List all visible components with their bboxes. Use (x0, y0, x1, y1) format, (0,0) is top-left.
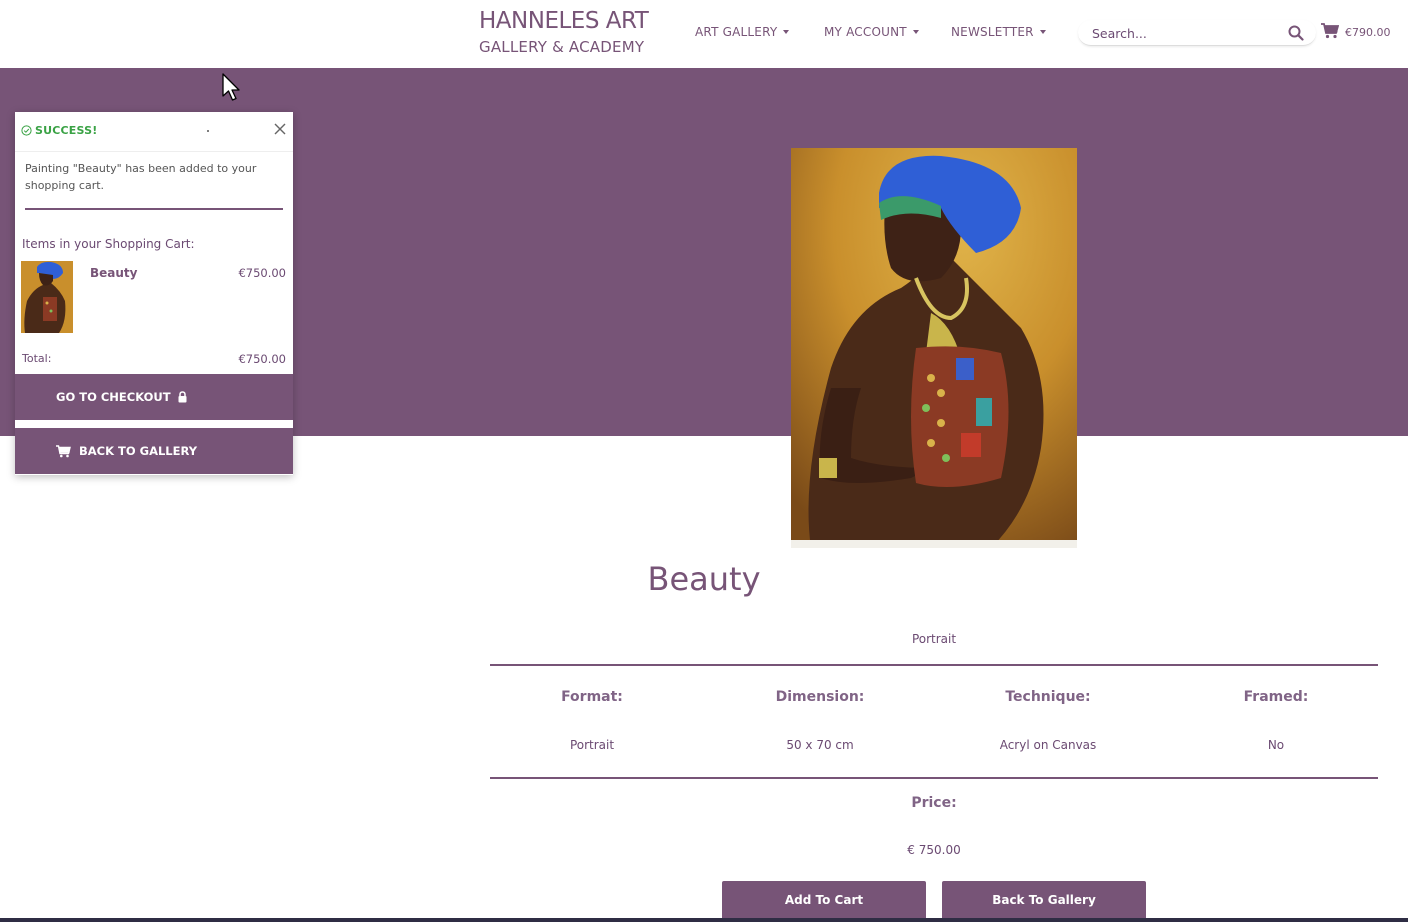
nav-newsletter[interactable]: NEWSLETTER (951, 25, 1046, 39)
product-title-text: Beauty (647, 560, 761, 598)
shopping-cart-icon[interactable] (1321, 23, 1339, 39)
mouse-cursor-icon (222, 73, 240, 101)
caret-down-icon (1039, 30, 1046, 34)
spec-value: Portrait (569, 738, 615, 752)
success-title: SUCCESS! (35, 124, 98, 137)
spec-dimension: Dimension: 50 x 70 cm (720, 689, 920, 752)
nav-newsletter-label: NEWSLETTER (951, 25, 1034, 39)
price-value: € 750.00 (907, 843, 961, 857)
spec-label: Format: (561, 689, 623, 705)
add-to-cart-button[interactable]: Add To Cart (722, 881, 926, 919)
close-icon[interactable] (273, 122, 287, 136)
product-subtitle: Portrait (911, 632, 957, 646)
divider (490, 664, 1378, 666)
search-icon[interactable] (1288, 25, 1304, 41)
back-to-gallery-popup-button[interactable]: BACK TO GALLERY (15, 428, 293, 474)
nav-art-gallery-label: ART GALLERY (695, 25, 778, 39)
spec-framed: Framed: No (1176, 689, 1376, 752)
check-circle-icon (21, 125, 32, 136)
total-value: €750.00 (238, 352, 286, 366)
caret-down-icon (783, 30, 790, 34)
lock-icon (178, 391, 187, 403)
nav-my-account[interactable]: MY ACCOUNT (824, 25, 919, 39)
total-label: Total: (22, 352, 52, 365)
product-title: Beauty (0, 560, 1408, 598)
spec-value: Acryl on Canvas (999, 738, 1097, 752)
cart-total[interactable]: €790.00 (1345, 26, 1391, 39)
logo-title[interactable]: HANNELES ART (479, 8, 649, 34)
go-to-checkout-button[interactable]: GO TO CHECKOUT (15, 374, 293, 420)
spec-label: Dimension: (775, 689, 865, 705)
cart-item-price: €750.00 (238, 266, 286, 280)
site-header: HANNELES ART GALLERY & ACADEMY ART GALLE… (0, 0, 1408, 68)
painting-image (791, 148, 1077, 548)
nav-art-gallery[interactable]: ART GALLERY (695, 25, 790, 39)
cart-item-name[interactable]: Beauty (90, 266, 137, 280)
nav-my-account-label: MY ACCOUNT (824, 25, 907, 39)
cart-item-thumbnail[interactable] (21, 261, 73, 333)
spec-label: Technique: (1005, 689, 1091, 705)
price-label: Price: (911, 795, 957, 811)
items-label: Items in your Shopping Cart: (22, 237, 195, 251)
search-box (1078, 20, 1316, 46)
popup-header: SUCCESS! (15, 112, 293, 152)
logo-subtitle[interactable]: GALLERY & ACADEMY (479, 38, 644, 56)
spec-value: 50 x 70 cm (786, 738, 854, 752)
spec-technique: Technique: Acryl on Canvas (948, 689, 1148, 752)
popup-divider (25, 208, 283, 210)
divider (490, 777, 1378, 779)
footer-strip (0, 918, 1408, 922)
back-label: BACK TO GALLERY (79, 444, 198, 458)
caret-down-icon (912, 30, 919, 34)
spec-label: Framed: (1243, 689, 1309, 705)
back-to-gallery-button[interactable]: Back To Gallery (942, 881, 1146, 919)
shopping-cart-icon (56, 444, 71, 457)
spec-value: No (1267, 738, 1285, 752)
cart-popup: SUCCESS! Painting "Beauty" has been adde… (15, 112, 293, 475)
spec-format: Format: Portrait (492, 689, 692, 752)
search-input[interactable] (1092, 24, 1282, 42)
loading-dot (207, 130, 209, 132)
popup-message: Painting "Beauty" has been added to your… (25, 162, 257, 192)
checkout-label: GO TO CHECKOUT (56, 390, 171, 404)
